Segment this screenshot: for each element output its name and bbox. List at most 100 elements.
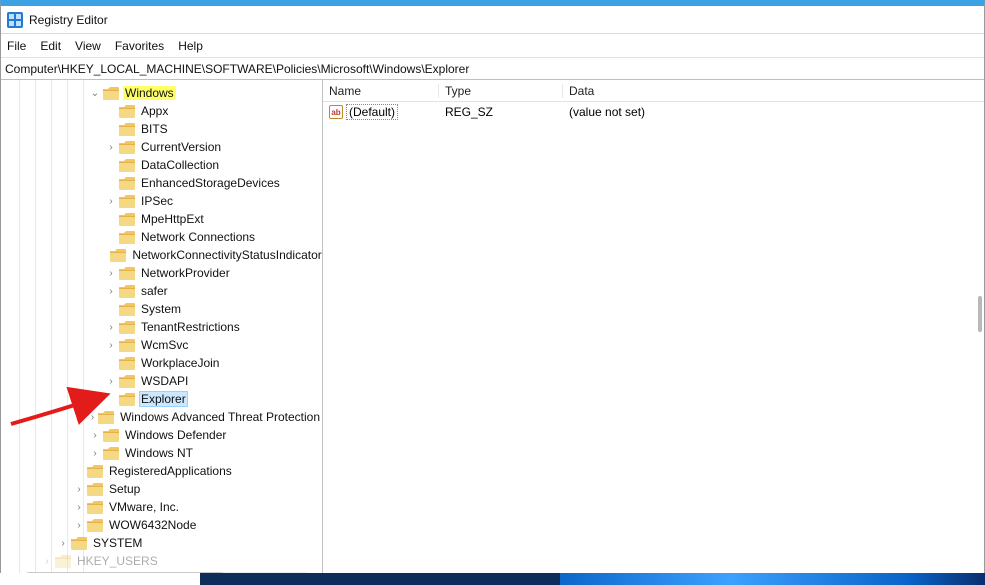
tree-node[interactable]: › IPSec	[1, 192, 322, 210]
tree-node-label[interactable]: System	[139, 302, 183, 316]
chevron-right-icon[interactable]: ›	[73, 484, 85, 495]
folder-icon	[119, 303, 135, 316]
tree-node[interactable]: › HKEY_USERS	[1, 552, 322, 570]
tree-node[interactable]: › WcmSvc	[1, 336, 322, 354]
tree-node-label[interactable]: IPSec	[139, 194, 175, 208]
tree-node[interactable]: › VMware, Inc.	[1, 498, 322, 516]
tree-node-label[interactable]: Windows NT	[123, 446, 195, 460]
tree-node[interactable]: ⌄ Windows	[1, 84, 322, 102]
titlebar[interactable]: Registry Editor	[1, 6, 984, 34]
tree-node[interactable]: ›Appx	[1, 102, 322, 120]
folder-icon	[119, 141, 135, 154]
splitter-handle[interactable]	[978, 296, 982, 332]
tree-node-label[interactable]: BITS	[139, 122, 170, 136]
tree-node-label[interactable]: WOW6432Node	[107, 518, 198, 532]
tree-node[interactable]: ›System	[1, 300, 322, 318]
chevron-right-icon[interactable]: ›	[105, 376, 117, 387]
chevron-right-icon[interactable]: ›	[89, 412, 96, 423]
menu-help[interactable]: Help	[178, 39, 203, 53]
chevron-right-icon[interactable]: ›	[105, 340, 117, 351]
tree-node[interactable]: › WSDAPI	[1, 372, 322, 390]
column-header-name[interactable]: Name	[323, 84, 439, 98]
folder-icon	[103, 447, 119, 460]
tree-node-label[interactable]: TenantRestrictions	[139, 320, 242, 334]
tree-node[interactable]: ›DataCollection	[1, 156, 322, 174]
chevron-right-icon[interactable]: ›	[73, 520, 85, 531]
tree-node[interactable]: ›MpeHttpExt	[1, 210, 322, 228]
chevron-right-icon[interactable]: ›	[105, 286, 117, 297]
tree-node-label[interactable]: NetworkProvider	[139, 266, 232, 280]
tree-node[interactable]: › WOW6432Node	[1, 516, 322, 534]
content-area: ⌄Windows›Appx›BITS›CurrentVersion›DataCo…	[1, 80, 984, 584]
tree-node-label[interactable]: WSDAPI	[139, 374, 190, 388]
tree-node[interactable]: ›NetworkConnectivityStatusIndicator	[1, 246, 322, 264]
tree-node[interactable]: › Setup	[1, 480, 322, 498]
chevron-right-icon[interactable]: ›	[105, 268, 117, 279]
tree-node-label[interactable]: HKEY_USERS	[75, 554, 160, 568]
menu-file[interactable]: File	[7, 39, 26, 53]
chevron-right-icon[interactable]: ›	[105, 322, 117, 333]
chevron-right-icon[interactable]: ›	[57, 538, 69, 549]
tree-node[interactable]: ›Explorer	[1, 390, 322, 408]
tree-node[interactable]: › safer	[1, 282, 322, 300]
menu-view[interactable]: View	[75, 39, 101, 53]
tree-node-label[interactable]: EnhancedStorageDevices	[139, 176, 282, 190]
chevron-right-icon[interactable]: ›	[105, 196, 117, 207]
values-header: Name Type Data	[323, 80, 984, 102]
folder-icon	[71, 537, 87, 550]
tree-node-label[interactable]: VMware, Inc.	[107, 500, 181, 514]
chevron-right-icon[interactable]: ›	[41, 556, 53, 567]
tree-node[interactable]: › SYSTEM	[1, 534, 322, 552]
chevron-right-icon[interactable]: ›	[73, 502, 85, 513]
tree-node-label[interactable]: DataCollection	[139, 158, 221, 172]
tree-node[interactable]: ›RegisteredApplications	[1, 462, 322, 480]
tree-node-label[interactable]: Explorer	[139, 391, 188, 407]
tree-node[interactable]: › TenantRestrictions	[1, 318, 322, 336]
tree-node-label[interactable]: Windows Advanced Threat Protection	[118, 410, 322, 424]
tree-node[interactable]: › CurrentVersion	[1, 138, 322, 156]
tree-node-label[interactable]: SYSTEM	[91, 536, 144, 550]
folder-icon	[119, 339, 135, 352]
chevron-right-icon[interactable]: ›	[105, 142, 117, 153]
folder-icon	[119, 159, 135, 172]
chevron-right-icon[interactable]: ›	[89, 448, 101, 459]
tree-node[interactable]: ›BITS	[1, 120, 322, 138]
folder-icon	[87, 501, 103, 514]
tree-node-label[interactable]: RegisteredApplications	[107, 464, 234, 478]
column-header-data[interactable]: Data	[563, 84, 984, 98]
tree-node-label[interactable]: Windows Defender	[123, 428, 228, 442]
tree-node[interactable]: › NetworkProvider	[1, 264, 322, 282]
tree-node[interactable]: ›WorkplaceJoin	[1, 354, 322, 372]
address-bar[interactable]: Computer\HKEY_LOCAL_MACHINE\SOFTWARE\Pol…	[1, 58, 984, 80]
string-value-icon: ab	[329, 105, 343, 119]
menu-edit[interactable]: Edit	[40, 39, 61, 53]
tree-node-label[interactable]: Appx	[139, 104, 170, 118]
tree-node[interactable]: › Windows NT	[1, 444, 322, 462]
tree-node-label[interactable]: safer	[139, 284, 170, 298]
chevron-down-icon[interactable]: ⌄	[89, 88, 101, 99]
tree-node-label[interactable]: Windows	[123, 86, 176, 100]
menu-favorites[interactable]: Favorites	[115, 39, 164, 53]
values-pane[interactable]: Name Type Data ab(Default)REG_SZ(value n…	[323, 80, 984, 584]
tree-node-label[interactable]: MpeHttpExt	[139, 212, 206, 226]
tree-node-label[interactable]: Network Connections	[139, 230, 257, 244]
tree-node[interactable]: ›Network Connections	[1, 228, 322, 246]
tree-node-label[interactable]: WcmSvc	[139, 338, 190, 352]
tree-node[interactable]: ›EnhancedStorageDevices	[1, 174, 322, 192]
folder-icon	[87, 465, 103, 478]
tree-node-label[interactable]: NetworkConnectivityStatusIndicator	[130, 248, 323, 262]
folder-icon	[119, 213, 135, 226]
folder-icon	[110, 249, 126, 262]
tree-node-label[interactable]: Setup	[107, 482, 142, 496]
values-list: ab(Default)REG_SZ(value not set)	[323, 102, 984, 122]
taskbar-sliver	[0, 573, 985, 585]
tree-node[interactable]: › Windows Advanced Threat Protection	[1, 408, 322, 426]
tree-node[interactable]: › Windows Defender	[1, 426, 322, 444]
folder-icon	[119, 285, 135, 298]
chevron-right-icon[interactable]: ›	[89, 430, 101, 441]
column-header-type[interactable]: Type	[439, 84, 563, 98]
value-row[interactable]: ab(Default)REG_SZ(value not set)	[323, 102, 984, 122]
tree-node-label[interactable]: CurrentVersion	[139, 140, 223, 154]
tree-pane[interactable]: ⌄Windows›Appx›BITS›CurrentVersion›DataCo…	[1, 80, 323, 584]
tree-node-label[interactable]: WorkplaceJoin	[139, 356, 221, 370]
